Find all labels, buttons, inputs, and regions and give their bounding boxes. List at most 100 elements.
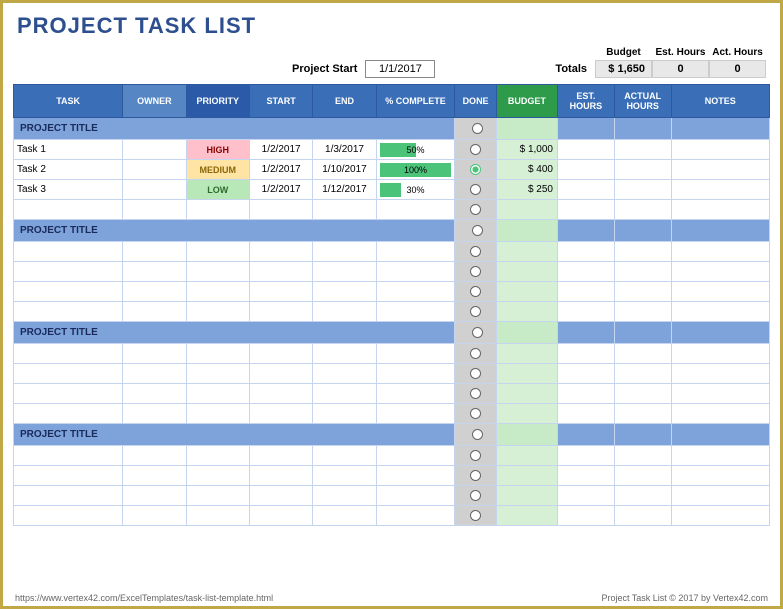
notes-cell[interactable] bbox=[671, 140, 769, 160]
blank-row[interactable] bbox=[14, 506, 770, 526]
est-cell[interactable] bbox=[558, 140, 615, 160]
header-start: START bbox=[249, 85, 312, 118]
blank-row[interactable] bbox=[14, 344, 770, 364]
act-cell[interactable] bbox=[614, 180, 671, 200]
summary-est-hours: Est. Hours 0 bbox=[652, 47, 709, 78]
blank-row[interactable] bbox=[14, 282, 770, 302]
summary-act-hours: Act. Hours 0 bbox=[709, 47, 766, 78]
task-name[interactable]: Task 2 bbox=[14, 160, 123, 180]
blank-row[interactable] bbox=[14, 404, 770, 424]
section-row[interactable]: PROJECT TITLE bbox=[14, 424, 770, 446]
section-title: PROJECT TITLE bbox=[14, 424, 455, 446]
header-done: DONE bbox=[455, 85, 497, 118]
end-cell[interactable]: 1/10/2017 bbox=[313, 160, 376, 180]
blank-row[interactable] bbox=[14, 486, 770, 506]
page-title: PROJECT TASK LIST bbox=[3, 3, 780, 47]
header--complete: % COMPLETE bbox=[376, 85, 455, 118]
task-name[interactable]: Task 3 bbox=[14, 180, 123, 200]
done-radio[interactable] bbox=[470, 470, 481, 481]
summary-budget: Budget $ 1,650 bbox=[595, 47, 652, 78]
task-row[interactable]: Task 1 HIGH1/2/20171/3/201750% $ 1,000 bbox=[14, 140, 770, 160]
header-est-hours: EST. HOURS bbox=[558, 85, 615, 118]
header-row: TASKOWNERPRIORITYSTARTEND% COMPLETEDONEB… bbox=[14, 85, 770, 118]
blank-row[interactable] bbox=[14, 446, 770, 466]
done-radio[interactable] bbox=[470, 510, 481, 521]
section-title: PROJECT TITLE bbox=[14, 220, 455, 242]
owner-cell[interactable] bbox=[123, 180, 186, 200]
start-cell[interactable]: 1/2/2017 bbox=[249, 160, 312, 180]
pct-cell[interactable]: 30% bbox=[376, 180, 455, 200]
owner-cell[interactable] bbox=[123, 140, 186, 160]
summary-budget-value: $ 1,650 bbox=[595, 60, 652, 78]
blank-row[interactable] bbox=[14, 302, 770, 322]
footer: https://www.vertex42.com/ExcelTemplates/… bbox=[15, 593, 768, 603]
task-row[interactable]: Task 2 MEDIUM1/2/20171/10/2017100% $ 400 bbox=[14, 160, 770, 180]
blank-row[interactable] bbox=[14, 364, 770, 384]
start-cell[interactable]: 1/2/2017 bbox=[249, 140, 312, 160]
summary-row: Project Start Totals Budget $ 1,650 Est.… bbox=[3, 47, 780, 82]
done-radio[interactable] bbox=[470, 184, 481, 195]
done-radio[interactable] bbox=[470, 450, 481, 461]
blank-row[interactable] bbox=[14, 262, 770, 282]
project-start-input[interactable] bbox=[365, 60, 435, 78]
done-radio[interactable] bbox=[470, 286, 481, 297]
blank-row[interactable] bbox=[14, 466, 770, 486]
blank-row[interactable] bbox=[14, 200, 770, 220]
done-radio[interactable] bbox=[470, 408, 481, 419]
priority-cell[interactable]: MEDIUM bbox=[186, 160, 249, 180]
budget-cell[interactable]: $ 1,000 bbox=[496, 140, 557, 160]
done-radio[interactable] bbox=[470, 490, 481, 501]
done-radio[interactable] bbox=[470, 388, 481, 399]
done-radio[interactable] bbox=[472, 123, 483, 134]
task-name[interactable]: Task 1 bbox=[14, 140, 123, 160]
act-cell[interactable] bbox=[614, 160, 671, 180]
done-radio[interactable] bbox=[470, 306, 481, 317]
done-radio[interactable] bbox=[470, 144, 481, 155]
priority-cell[interactable]: HIGH bbox=[186, 140, 249, 160]
done-radio[interactable] bbox=[470, 348, 481, 359]
done-radio[interactable] bbox=[470, 368, 481, 379]
summary-act-value: 0 bbox=[709, 60, 766, 78]
task-table[interactable]: TASKOWNERPRIORITYSTARTEND% COMPLETEDONEB… bbox=[13, 84, 770, 526]
section-row[interactable]: PROJECT TITLE bbox=[14, 118, 770, 140]
spreadsheet-container: PROJECT TASK LIST Project Start Totals B… bbox=[0, 0, 783, 609]
footer-copyright: Project Task List © 2017 by Vertex42.com bbox=[601, 593, 768, 603]
done-radio[interactable] bbox=[470, 204, 481, 215]
start-cell[interactable]: 1/2/2017 bbox=[249, 180, 312, 200]
pct-cell[interactable]: 50% bbox=[376, 140, 455, 160]
end-cell[interactable]: 1/3/2017 bbox=[313, 140, 376, 160]
priority-cell[interactable]: LOW bbox=[186, 180, 249, 200]
done-radio[interactable] bbox=[472, 225, 483, 236]
totals-label: Totals bbox=[555, 63, 587, 78]
blank-row[interactable] bbox=[14, 242, 770, 262]
pct-cell[interactable]: 100% bbox=[376, 160, 455, 180]
summary-act-label: Act. Hours bbox=[709, 47, 766, 60]
section-row[interactable]: PROJECT TITLE bbox=[14, 220, 770, 242]
header-owner: OWNER bbox=[123, 85, 186, 118]
section-title: PROJECT TITLE bbox=[14, 322, 455, 344]
done-radio[interactable] bbox=[472, 327, 483, 338]
budget-cell[interactable]: $ 400 bbox=[496, 160, 557, 180]
header-budget: BUDGET bbox=[496, 85, 557, 118]
header-task: TASK bbox=[14, 85, 123, 118]
est-cell[interactable] bbox=[558, 160, 615, 180]
end-cell[interactable]: 1/12/2017 bbox=[313, 180, 376, 200]
est-cell[interactable] bbox=[558, 180, 615, 200]
budget-cell[interactable]: $ 250 bbox=[496, 180, 557, 200]
project-start-label: Project Start bbox=[292, 63, 357, 78]
section-row[interactable]: PROJECT TITLE bbox=[14, 322, 770, 344]
header-priority: PRIORITY bbox=[186, 85, 249, 118]
blank-row[interactable] bbox=[14, 384, 770, 404]
owner-cell[interactable] bbox=[123, 160, 186, 180]
notes-cell[interactable] bbox=[671, 160, 769, 180]
header-notes: NOTES bbox=[671, 85, 769, 118]
done-radio[interactable] bbox=[472, 429, 483, 440]
done-radio[interactable] bbox=[470, 266, 481, 277]
section-title: PROJECT TITLE bbox=[14, 118, 455, 140]
done-radio[interactable] bbox=[470, 246, 481, 257]
act-cell[interactable] bbox=[614, 140, 671, 160]
task-row[interactable]: Task 3 LOW1/2/20171/12/201730% $ 250 bbox=[14, 180, 770, 200]
summary-est-label: Est. Hours bbox=[652, 47, 709, 60]
notes-cell[interactable] bbox=[671, 180, 769, 200]
done-radio[interactable] bbox=[470, 164, 481, 175]
